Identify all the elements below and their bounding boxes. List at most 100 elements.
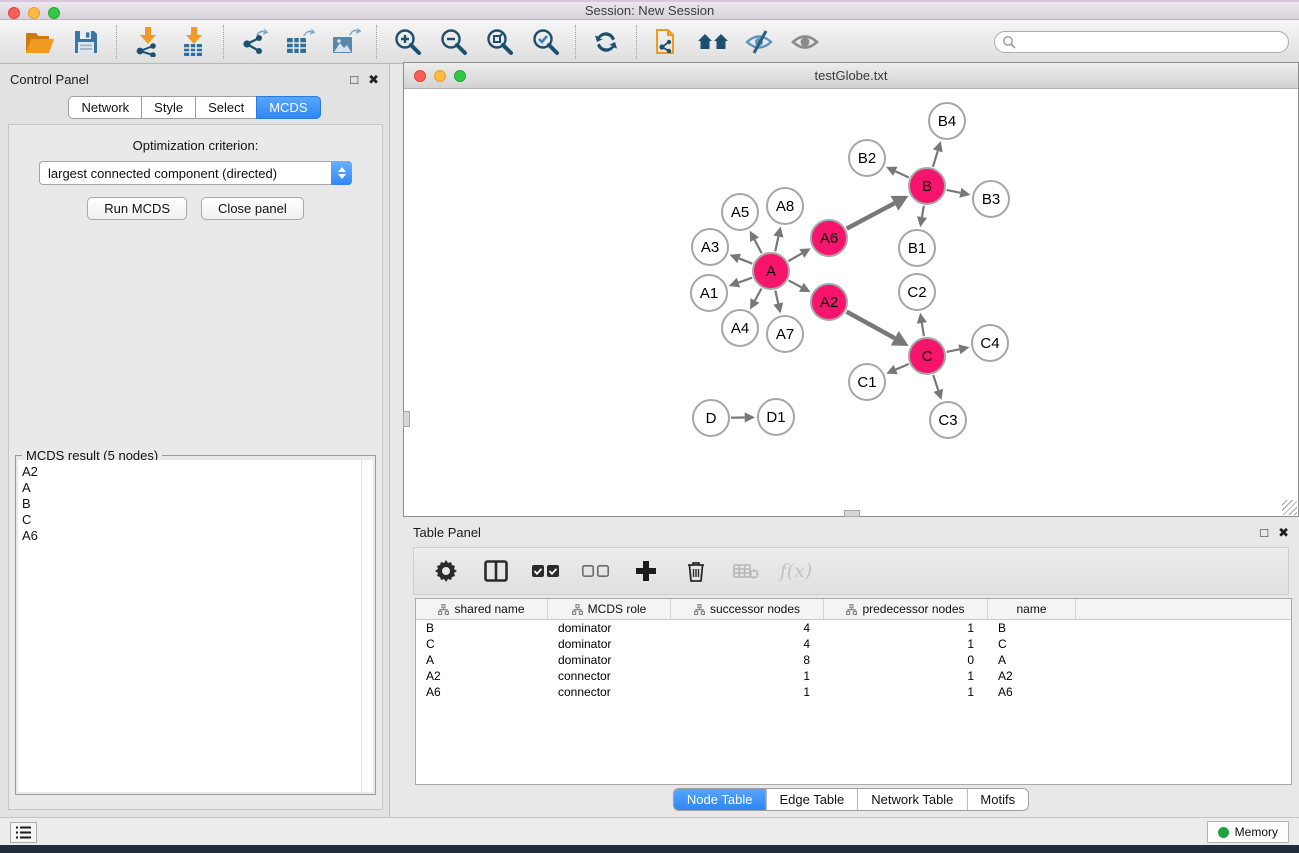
tab-select[interactable]: Select <box>195 96 257 119</box>
run-mcds-button[interactable]: Run MCDS <box>87 197 187 220</box>
table-cell[interactable]: dominator <box>548 652 671 668</box>
zoom-out-icon[interactable] <box>437 26 469 58</box>
table-cell[interactable]: connector <box>548 684 671 700</box>
graph-node-C1[interactable]: C1 <box>848 363 886 401</box>
left-splitter-handle[interactable] <box>403 411 410 427</box>
column-header-shared-name[interactable]: shared name <box>416 599 548 619</box>
table-row[interactable]: Bdominator41B <box>416 620 1291 636</box>
import-network-icon[interactable] <box>131 26 163 58</box>
table-cell[interactable]: A <box>988 652 1076 668</box>
table-cell[interactable]: A <box>416 652 548 668</box>
graph-node-B3[interactable]: B3 <box>972 180 1010 218</box>
table-cell[interactable]: 0 <box>824 652 988 668</box>
delete-column-icon[interactable] <box>682 557 710 585</box>
close-table-panel-icon[interactable]: ✖ <box>1278 526 1289 539</box>
zoom-in-icon[interactable] <box>391 26 423 58</box>
tab-network-table[interactable]: Network Table <box>857 789 966 810</box>
bottom-splitter-handle[interactable] <box>844 510 860 517</box>
graph-node-A2[interactable]: A2 <box>810 283 848 321</box>
table-cell[interactable]: 1 <box>671 684 824 700</box>
graph-node-A[interactable]: A <box>752 252 790 290</box>
export-table-icon[interactable] <box>284 26 316 58</box>
hide-details-icon[interactable] <box>743 26 775 58</box>
graph-node-C4[interactable]: C4 <box>971 324 1009 362</box>
graph-node-B4[interactable]: B4 <box>928 102 966 140</box>
task-history-button[interactable] <box>10 822 37 843</box>
result-item[interactable]: A6 <box>22 528 362 544</box>
graph-node-D[interactable]: D <box>692 399 730 437</box>
network-zoom-button[interactable] <box>454 70 466 82</box>
tab-edge-table[interactable]: Edge Table <box>765 789 857 810</box>
graph-node-C2[interactable]: C2 <box>898 273 936 311</box>
graph-node-B2[interactable]: B2 <box>848 139 886 177</box>
tab-style[interactable]: Style <box>141 96 196 119</box>
node-table[interactable]: shared nameMCDS rolesuccessor nodesprede… <box>415 598 1292 785</box>
result-item[interactable]: A2 <box>22 464 362 480</box>
deselect-all-checkboxes-icon[interactable] <box>582 557 610 585</box>
minimize-window-button[interactable] <box>28 7 40 19</box>
search-field[interactable] <box>994 31 1289 53</box>
zoom-fit-icon[interactable] <box>483 26 515 58</box>
save-icon[interactable] <box>70 26 102 58</box>
graph-node-A1[interactable]: A1 <box>690 274 728 312</box>
table-row[interactable]: A6connector11A6 <box>416 684 1291 700</box>
table-cell[interactable]: A6 <box>416 684 548 700</box>
table-cell[interactable]: dominator <box>548 620 671 636</box>
column-header-MCDS-role[interactable]: MCDS role <box>548 599 671 619</box>
show-columns-icon[interactable] <box>482 557 510 585</box>
table-cell[interactable]: A2 <box>416 668 548 684</box>
graph-node-A4[interactable]: A4 <box>721 309 759 347</box>
show-details-icon[interactable] <box>789 26 821 58</box>
table-cell[interactable]: 1 <box>671 668 824 684</box>
table-cell[interactable]: 4 <box>671 620 824 636</box>
table-cell[interactable]: A2 <box>988 668 1076 684</box>
close-window-button[interactable] <box>8 7 20 19</box>
graph-node-B1[interactable]: B1 <box>898 229 936 267</box>
table-cell[interactable]: dominator <box>548 636 671 652</box>
criterion-dropdown[interactable]: largest connected component (directed) <box>39 161 352 185</box>
refresh-layout-icon[interactable] <box>590 26 622 58</box>
open-file-icon[interactable] <box>24 26 56 58</box>
tab-mcds[interactable]: MCDS <box>256 96 320 119</box>
graph-node-A8[interactable]: A8 <box>766 187 804 225</box>
function-builder-icon[interactable]: f(x) <box>782 557 810 585</box>
table-row[interactable]: A2connector11A2 <box>416 668 1291 684</box>
first-neighbors-icon[interactable] <box>697 26 729 58</box>
settings-gear-icon[interactable] <box>432 557 460 585</box>
graph-node-A5[interactable]: A5 <box>721 193 759 231</box>
table-cell[interactable]: 1 <box>824 668 988 684</box>
result-scrollbar[interactable] <box>361 460 373 792</box>
window-resize-grip[interactable] <box>1282 500 1297 515</box>
column-header-name[interactable]: name <box>988 599 1076 619</box>
graph-node-A3[interactable]: A3 <box>691 228 729 266</box>
table-row[interactable]: Adominator80A <box>416 652 1291 668</box>
result-item[interactable]: C <box>22 512 362 528</box>
result-item[interactable]: A <box>22 480 362 496</box>
add-column-icon[interactable] <box>632 557 660 585</box>
table-cell[interactable]: 8 <box>671 652 824 668</box>
graph-node-D1[interactable]: D1 <box>757 398 795 436</box>
table-cell[interactable]: B <box>416 620 548 636</box>
float-table-panel-icon[interactable]: □ <box>1260 526 1268 539</box>
graph-node-A6[interactable]: A6 <box>810 219 848 257</box>
graph-node-C[interactable]: C <box>908 337 946 375</box>
table-cell[interactable]: C <box>416 636 548 652</box>
close-panel-icon[interactable]: ✖ <box>368 73 379 86</box>
zoom-selected-icon[interactable] <box>529 26 561 58</box>
tab-node-table[interactable]: Node Table <box>674 789 766 810</box>
search-input[interactable] <box>1016 35 1266 49</box>
result-item[interactable]: B <box>22 496 362 512</box>
select-all-checkboxes-icon[interactable] <box>532 557 560 585</box>
memory-button[interactable]: Memory <box>1207 821 1289 843</box>
table-cell[interactable]: 1 <box>824 684 988 700</box>
tab-network[interactable]: Network <box>68 96 142 119</box>
column-header-successor-nodes[interactable]: successor nodes <box>671 599 824 619</box>
table-cell[interactable]: 1 <box>824 636 988 652</box>
zoom-window-button[interactable] <box>48 7 60 19</box>
table-cell[interactable]: B <box>988 620 1076 636</box>
graph-node-B[interactable]: B <box>908 167 946 205</box>
tab-motifs[interactable]: Motifs <box>966 789 1028 810</box>
close-panel-button[interactable]: Close panel <box>201 197 304 220</box>
mcds-result-list[interactable]: A2ABCA6 <box>18 460 363 792</box>
network-close-button[interactable] <box>414 70 426 82</box>
